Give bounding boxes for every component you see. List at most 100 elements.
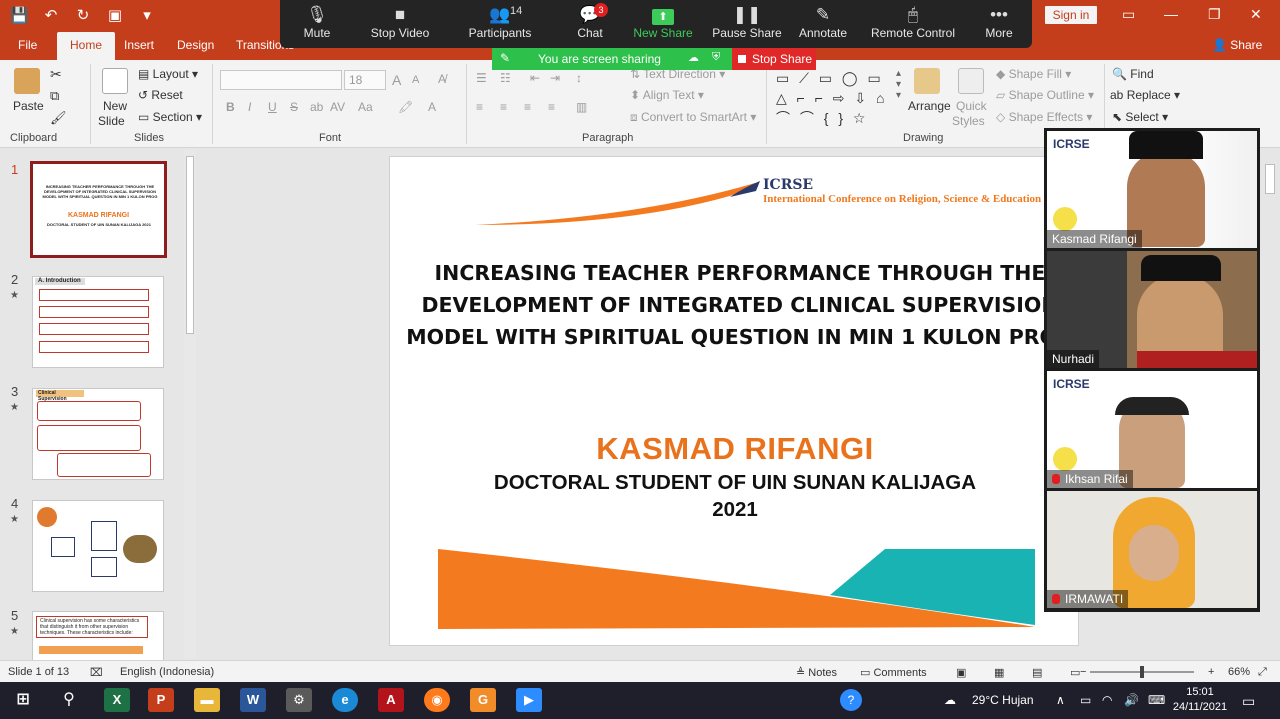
more-button[interactable]: ••• More (980, 0, 1018, 48)
redo-icon[interactable]: ↻ (74, 6, 92, 24)
normal-view-icon[interactable]: ▣ (956, 666, 966, 679)
spellcheck-icon[interactable]: ⌧ (90, 666, 103, 679)
clock[interactable]: 15:01 24/11/2021 (1170, 685, 1230, 715)
change-case-button[interactable]: Aa (358, 100, 373, 114)
new-slide-icon[interactable] (102, 68, 128, 94)
line-spacing-icon[interactable]: ↕ (576, 71, 582, 85)
slide-thumbnail-1[interactable]: INCREASING TEACHER PERFORMANCE THROUGH T… (30, 161, 167, 258)
settings-app-icon[interactable]: ⚙ (286, 688, 312, 712)
tab-home[interactable]: Home (57, 32, 116, 60)
video-tile-3[interactable]: ICRSE Ikhsan Rifai (1047, 371, 1257, 488)
underline-button[interactable]: U (268, 100, 277, 114)
shape-effects-button[interactable]: ◇ Shape Effects ▾ (996, 110, 1092, 124)
close-icon[interactable]: ✕ (1250, 6, 1262, 23)
customize-qat-icon[interactable]: ▾ (138, 6, 156, 24)
clear-format-icon[interactable]: A̸ (438, 72, 446, 86)
stop-share-button[interactable]: Stop Share (732, 48, 816, 70)
remote-control-button[interactable]: 🖱 Remote Control (870, 0, 956, 48)
present-icon[interactable]: ▣ (106, 6, 124, 24)
scrollbar-thumb[interactable] (186, 156, 194, 334)
arrange-button[interactable]: Arrange (908, 99, 951, 113)
slide-thumbnail-5[interactable]: Clinical supervision has some characteri… (32, 611, 164, 661)
font-name-dropdown[interactable] (220, 70, 342, 90)
quick-styles-button[interactable]: Quick (956, 99, 987, 113)
arrange-icon[interactable] (914, 68, 940, 94)
bullets-icon[interactable]: ☰ (476, 71, 487, 85)
font-color-icon[interactable]: A (428, 100, 436, 114)
strikethrough-button[interactable]: S (290, 100, 298, 114)
zoom-app-icon[interactable]: ▶ (516, 688, 542, 712)
edge-icon[interactable]: e (332, 688, 358, 712)
layout-button[interactable]: ▤ Layout ▾ (138, 67, 198, 81)
shapes-gallery[interactable]: ▭ ⟋ ▭ ◯ ▭ △ ⌐ ⌐ ⇨ ⇩ ⌂ ⌒ ⌒ { } ☆ (776, 68, 894, 128)
video-tile-1[interactable]: ICRSE Kasmad Rifangi (1047, 131, 1257, 248)
decrease-indent-icon[interactable]: ⇤ (530, 71, 540, 85)
fit-to-window-icon[interactable]: ⤢ (1258, 666, 1267, 679)
sign-in-button[interactable]: Sign in (1045, 6, 1097, 24)
zoom-level[interactable]: 66% (1228, 666, 1250, 678)
bold-button[interactable]: B (226, 100, 235, 114)
language[interactable]: English (Indonesia) (120, 666, 214, 678)
pin-icon[interactable]: ✎ (500, 51, 510, 65)
slide-scrollbar[interactable] (1262, 150, 1278, 658)
slideshow-icon[interactable]: ▭ (1070, 666, 1080, 679)
zoom-slider[interactable] (1090, 666, 1194, 678)
justify-icon[interactable]: ≡ (548, 100, 555, 114)
annotate-button[interactable]: ✎ Annotate (796, 0, 850, 48)
replace-button[interactable]: ab Replace ▾ (1110, 88, 1180, 102)
minimize-icon[interactable]: — (1164, 6, 1178, 22)
select-button[interactable]: ⬉ Select ▾ (1112, 110, 1168, 124)
slide-thumbnail-4[interactable] (32, 500, 164, 592)
align-left-icon[interactable]: ≡ (476, 100, 483, 114)
restore-icon[interactable]: ❐ (1208, 6, 1221, 23)
grow-font-button[interactable]: A (392, 72, 401, 88)
shape-fill-button[interactable]: ◆ Shape Fill ▾ (996, 67, 1071, 81)
slide-sorter-icon[interactable]: ▦ (994, 666, 1004, 679)
undo-icon[interactable]: ↶ (42, 6, 60, 24)
reading-view-icon[interactable]: ▤ (1032, 666, 1042, 679)
numbering-icon[interactable]: ☷ (500, 71, 511, 85)
thumbnails-scrollbar[interactable] (184, 150, 196, 658)
stop-video-button[interactable]: ■ Stop Video (366, 0, 434, 48)
slide-thumbnail-3[interactable]: Clinical Supervision (32, 388, 164, 480)
mute-button[interactable]: 🎙 Mute (294, 0, 340, 48)
shrink-font-button[interactable]: A (412, 74, 419, 86)
tab-file[interactable]: File (18, 38, 37, 52)
app-g-icon[interactable]: G (470, 688, 496, 712)
increase-indent-icon[interactable]: ⇥ (550, 71, 560, 85)
weather-text[interactable]: 29°C Hujan (972, 693, 1034, 707)
new-slide-button-2[interactable]: Slide (98, 114, 125, 128)
chat-button[interactable]: 💬 3 Chat (566, 0, 614, 48)
wifi-icon[interactable]: ◠ (1102, 693, 1112, 707)
find-button[interactable]: 🔍 Find (1112, 67, 1154, 81)
windows-start-icon[interactable]: ⊞ (10, 688, 36, 712)
new-share-button[interactable]: ⬆ New Share (632, 0, 694, 48)
slide-scrollbar-thumb[interactable] (1265, 164, 1275, 194)
help-icon[interactable]: ? (840, 689, 862, 711)
align-text-button[interactable]: ⬍ Align Text ▾ (630, 88, 704, 102)
paste-button[interactable]: Paste (13, 99, 44, 113)
columns-icon[interactable]: ▥ (576, 100, 587, 114)
firefox-icon[interactable]: ◉ (424, 688, 450, 712)
shape-outline-button[interactable]: ▱ Shape Outline ▾ (996, 88, 1094, 102)
paste-icon[interactable] (14, 68, 40, 94)
section-button[interactable]: ▭ Section ▾ (138, 110, 202, 124)
cut-icon[interactable]: ✂ (50, 66, 62, 83)
notifications-icon[interactable]: ▭ (1242, 693, 1255, 710)
new-slide-button[interactable]: New (103, 99, 127, 113)
pause-share-button[interactable]: ❚❚ Pause Share (712, 0, 782, 48)
highlight-icon[interactable]: 🖍 (398, 100, 413, 114)
format-painter-icon[interactable]: 🖌 (50, 110, 67, 126)
quick-styles-button-2[interactable]: Styles (952, 114, 985, 128)
zoom-in-button[interactable]: + (1208, 666, 1214, 678)
excel-icon[interactable]: X (104, 688, 130, 712)
zoom-out-button[interactable]: − (1080, 666, 1086, 678)
char-spacing-icon[interactable]: ab (310, 100, 323, 114)
comments-button[interactable]: ▭ Comments (860, 666, 927, 679)
shapes-scroll-icon[interactable]: ▴ ▾ ▾ (896, 68, 901, 101)
copy-icon[interactable]: ⧉ (50, 88, 59, 104)
italic-button[interactable]: I (248, 100, 251, 114)
tab-insert[interactable]: Insert (124, 38, 154, 52)
align-right-icon[interactable]: ≡ (524, 100, 531, 114)
video-tile-4[interactable]: IRMAWATI (1047, 491, 1257, 608)
